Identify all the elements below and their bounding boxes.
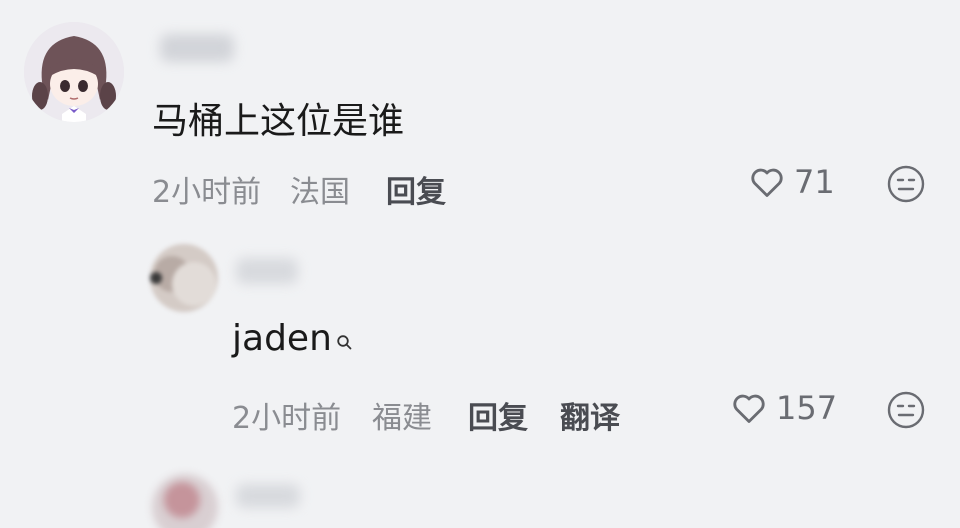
dislike-button[interactable] [886,164,926,208]
avatar-blurred-icon [152,474,218,528]
search-icon[interactable] [336,320,354,361]
like-button[interactable]: 71 [748,163,835,201]
avatar-blurred-icon [150,244,218,312]
neutral-face-icon [887,165,925,203]
reply-location: 福建 [372,401,432,436]
comment-location: 法国 [290,175,350,210]
reply-username-blurred[interactable] [236,258,298,284]
anime-avatar-icon [24,22,124,122]
comment-thread: 马桶上这位是谁 2小时前 法国 回复 71 jaden 2小时前 福建 回复 翻… [0,0,960,528]
reply-text-value: jaden [232,318,332,359]
reply-like-count: 157 [776,389,838,427]
reply-button[interactable]: 回复 [386,167,446,211]
reply-user-avatar[interactable] [150,244,218,312]
reply-like-button[interactable]: 157 [730,389,837,427]
comment-text: 马桶上这位是谁 [152,101,405,142]
reply-reply-button[interactable]: 回复 [468,393,528,437]
comment-time: 2小时前 [152,175,262,210]
heart-outline-icon [733,394,765,423]
reply-dislike-button[interactable] [886,390,926,434]
heart-outline-icon [751,168,783,197]
next-reply-avatar[interactable] [152,474,218,528]
reply-text: jaden [232,318,354,361]
reply-time: 2小时前 [232,401,342,436]
next-username-blurred[interactable] [236,484,300,508]
like-count: 71 [794,163,835,201]
translate-button[interactable]: 翻译 [560,393,620,437]
neutral-face-icon [887,391,925,429]
user-avatar[interactable] [24,22,124,122]
username-blurred[interactable] [160,34,234,62]
